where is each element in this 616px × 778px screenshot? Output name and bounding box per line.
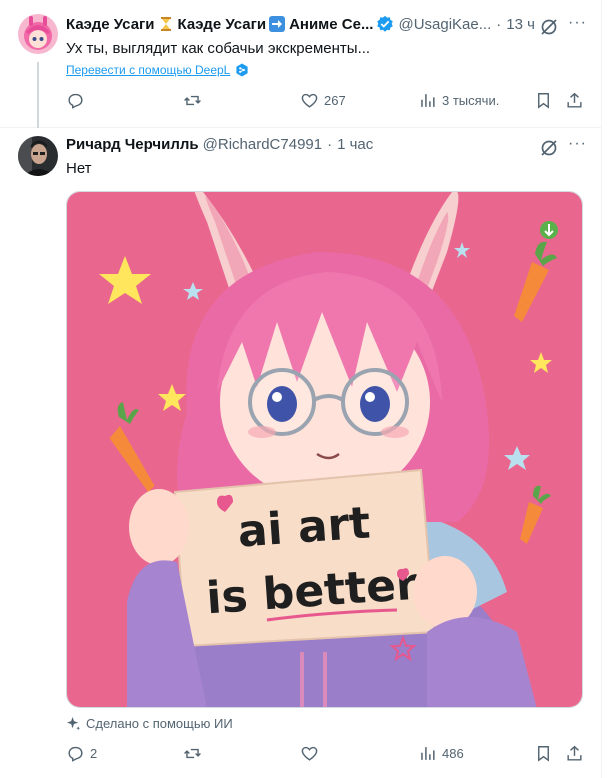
like-button[interactable]: 267 <box>300 91 346 110</box>
tweet-header: Ричард Черчилль @RichardC74991 · 1 час <box>66 136 373 153</box>
sign-line-1: ai art <box>236 497 372 557</box>
views-count: 486 <box>442 746 464 761</box>
reply-count: 2 <box>90 746 98 761</box>
action-bar: 2 486 <box>66 744 586 766</box>
like-button[interactable] <box>300 744 324 763</box>
views-icon <box>421 747 435 760</box>
views-button[interactable]: 486 <box>418 744 464 763</box>
bookmark-button[interactable] <box>534 91 553 110</box>
ai-label: Сделано с помощью ИИ <box>66 716 233 731</box>
display-name-2[interactable]: Каэде Усаги <box>178 16 267 33</box>
tweet-text: Нет <box>66 160 92 177</box>
bookmark-icon <box>538 93 549 109</box>
grok-icon[interactable] <box>539 138 559 158</box>
tweet-kaede[interactable]: Каэде Усаги Каэде Усаги Аниме Се... @Usa… <box>0 0 601 128</box>
bookmark-icon <box>538 746 549 762</box>
timestamp[interactable]: 13 ч <box>506 16 535 33</box>
reply-button[interactable] <box>66 91 90 110</box>
reply-icon <box>68 93 83 109</box>
sparkle-icon <box>66 716 81 731</box>
tweet-image[interactable]: ai art is better <box>66 191 583 708</box>
tweet-text: Ух ты, выглядит как собачьи экскременты.… <box>66 40 371 57</box>
share-icon <box>567 745 582 761</box>
ai-label-text: Сделано с помощью ИИ <box>86 716 233 731</box>
separator-dot: · <box>496 15 502 33</box>
views-count: 3 тысячи. <box>442 93 500 108</box>
bookmark-button[interactable] <box>534 744 553 763</box>
translate-label[interactable]: Перевести с помощью DeepL <box>66 63 230 77</box>
reply-icon <box>68 746 83 762</box>
tweet-richard[interactable]: Ричард Черчилль @RichardC74991 · 1 час ·… <box>0 129 601 778</box>
like-count: 267 <box>324 93 346 108</box>
action-bar: 267 3 тысячи. <box>66 91 586 113</box>
more-icon[interactable]: ··· <box>568 135 587 153</box>
retweet-icon <box>184 95 201 106</box>
column-border <box>601 0 602 778</box>
tweet-header: Каэде Усаги Каэде Усаги Аниме Се... @Usa… <box>66 15 535 33</box>
views-button[interactable]: 3 тысячи. <box>418 91 499 110</box>
share-button[interactable] <box>565 91 584 110</box>
heart-icon <box>301 746 318 761</box>
deepl-icon <box>235 63 249 77</box>
display-name[interactable]: Каэде Усаги <box>66 16 155 33</box>
thread-line <box>37 62 39 128</box>
more-icon[interactable]: ··· <box>568 14 587 32</box>
avatar-richard[interactable] <box>18 136 58 176</box>
retweet-icon <box>184 748 201 759</box>
heart-icon <box>301 93 318 108</box>
hourglass-icon <box>158 16 175 33</box>
display-name[interactable]: Ричард Черчилль <box>66 136 199 153</box>
handle[interactable]: @RichardC74991 <box>203 136 322 153</box>
retweet-button[interactable] <box>183 744 207 763</box>
share-icon <box>567 92 582 108</box>
share-button[interactable] <box>565 744 584 763</box>
translate-link[interactable]: Перевести с помощью DeepL <box>66 63 249 77</box>
reply-button[interactable]: 2 <box>66 744 97 763</box>
views-icon <box>421 94 435 107</box>
avatar-kaede[interactable] <box>18 14 58 54</box>
grok-icon[interactable] <box>539 17 559 37</box>
separator-dot: · <box>327 136 333 153</box>
retweet-button[interactable] <box>183 91 207 110</box>
timestamp[interactable]: 1 час <box>337 136 373 153</box>
right-arrow-icon <box>269 15 286 33</box>
verified-badge-icon <box>376 15 394 33</box>
handle[interactable]: @UsagiKae... <box>398 16 491 33</box>
display-name-3[interactable]: Аниме Се... <box>289 16 373 33</box>
